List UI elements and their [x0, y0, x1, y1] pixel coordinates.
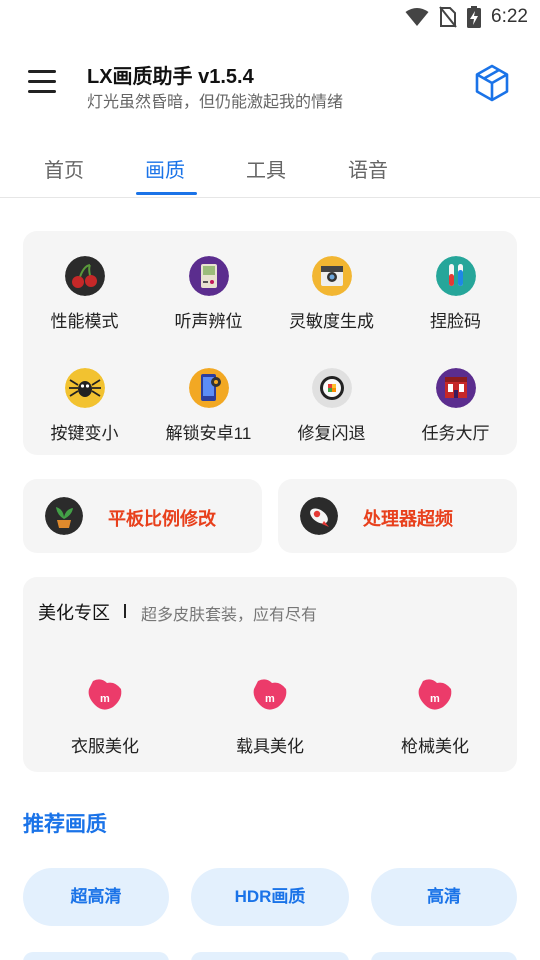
beauty-label: 枪械美化 [401, 737, 469, 756]
beauty-weapon[interactable]: m 枪械美化 [375, 677, 495, 757]
cube-button[interactable] [474, 64, 510, 102]
feature-label: 解锁安卓11 [165, 424, 252, 443]
quick-action-label: 处理器超频 [363, 509, 453, 529]
beauty-zone: 美化专区 超多皮肤套装，应有尽有 m 衣服美化 m 载具美化 m 枪械美化 [23, 577, 517, 772]
battery-charging-icon [467, 6, 482, 28]
beauty-label: 衣服美化 [71, 737, 139, 756]
tab-quality[interactable]: 画质 [145, 154, 185, 183]
svg-text:m: m [100, 693, 110, 705]
brand-m-icon: m [88, 679, 122, 710]
feature-sound-locate[interactable]: 听声辨位 [147, 256, 270, 332]
recommend-title: 推荐画质 [23, 813, 107, 836]
cherry-icon [64, 256, 105, 296]
tab-home[interactable]: 首页 [44, 154, 84, 183]
quality-option-partial[interactable] [191, 952, 349, 960]
beauty-title: 美化专区 [38, 603, 110, 623]
menu-icon [28, 70, 56, 73]
spider-icon [64, 368, 105, 408]
feature-label: 捏脸码 [430, 312, 481, 331]
feature-unlock-android11[interactable]: 解锁安卓11 [147, 368, 270, 444]
no-sim-icon [439, 6, 457, 28]
rocket-icon [300, 497, 338, 535]
tab-voice[interactable]: 语音 [348, 154, 388, 183]
tablet-ratio-button[interactable]: 平板比例修改 [23, 479, 262, 553]
quality-ultra-hd-button[interactable]: 超高清 [23, 868, 169, 926]
beauty-subtitle: 超多皮肤套装，应有尽有 [141, 607, 318, 624]
cpu-overclock-button[interactable]: 处理器超频 [278, 479, 517, 553]
quick-action-label: 平板比例修改 [108, 509, 216, 529]
feature-sensitivity-gen[interactable]: 灵敏度生成 [270, 256, 393, 332]
feature-label: 按键变小 [50, 424, 119, 443]
gameboy-icon [188, 256, 229, 296]
status-time: 6:22 [491, 6, 528, 27]
svg-text:m: m [265, 693, 275, 705]
feature-label: 任务大厅 [421, 424, 490, 443]
beauty-label: 载具美化 [236, 737, 304, 756]
phone-settings-icon [188, 368, 229, 408]
menu-button[interactable] [28, 70, 56, 94]
sushi-icon [311, 368, 352, 408]
test-tubes-icon [435, 256, 476, 296]
wifi-icon [405, 8, 429, 26]
plant-icon [45, 497, 83, 535]
feature-fix-crash[interactable]: 修复闪退 [270, 368, 393, 444]
svg-text:m: m [430, 693, 440, 705]
feature-label: 灵敏度生成 [289, 312, 374, 331]
feature-performance-mode[interactable]: 性能模式 [23, 256, 146, 332]
quality-hd-button[interactable]: 高清 [371, 868, 517, 926]
status-bar: 6:22 [0, 0, 540, 36]
tab-tools[interactable]: 工具 [246, 154, 286, 183]
status-icons: 6:22 [405, 6, 528, 28]
beauty-vehicle[interactable]: m 载具美化 [210, 677, 330, 757]
feature-task-hall[interactable]: 任务大厅 [394, 368, 517, 444]
feature-face-code[interactable]: 捏脸码 [394, 256, 517, 332]
feature-grid: 性能模式 听声辨位 灵敏度生成 捏脸码 按键变小 解锁安卓11 修复闪退 任务大… [23, 231, 517, 455]
quality-option-partial[interactable] [23, 952, 169, 960]
app-title: LX画质助手 v1.5.4 [87, 66, 254, 88]
app-bar: LX画质助手 v1.5.4 灯光虽然昏暗，但仍能激起我的情绪 [0, 44, 540, 124]
feature-label: 性能模式 [50, 312, 119, 331]
beauty-clothes[interactable]: m 衣服美化 [45, 677, 165, 757]
quality-option-partial[interactable] [371, 952, 517, 960]
feature-label: 听声辨位 [174, 312, 243, 331]
camera-icon [311, 256, 352, 296]
tab-indicator [136, 192, 197, 195]
tab-bar: 首页 画质 工具 语音 [0, 140, 540, 198]
feature-shrink-keys[interactable]: 按键变小 [23, 368, 146, 444]
brand-m-icon: m [253, 679, 287, 710]
cube-icon [475, 64, 509, 102]
building-icon [435, 368, 476, 408]
divider [124, 604, 126, 618]
app-subtitle: 灯光虽然昏暗，但仍能激起我的情绪 [87, 94, 344, 111]
feature-label: 修复闪退 [297, 424, 366, 443]
brand-m-icon: m [418, 679, 452, 710]
quality-hdr-button[interactable]: HDR画质 [191, 868, 349, 926]
